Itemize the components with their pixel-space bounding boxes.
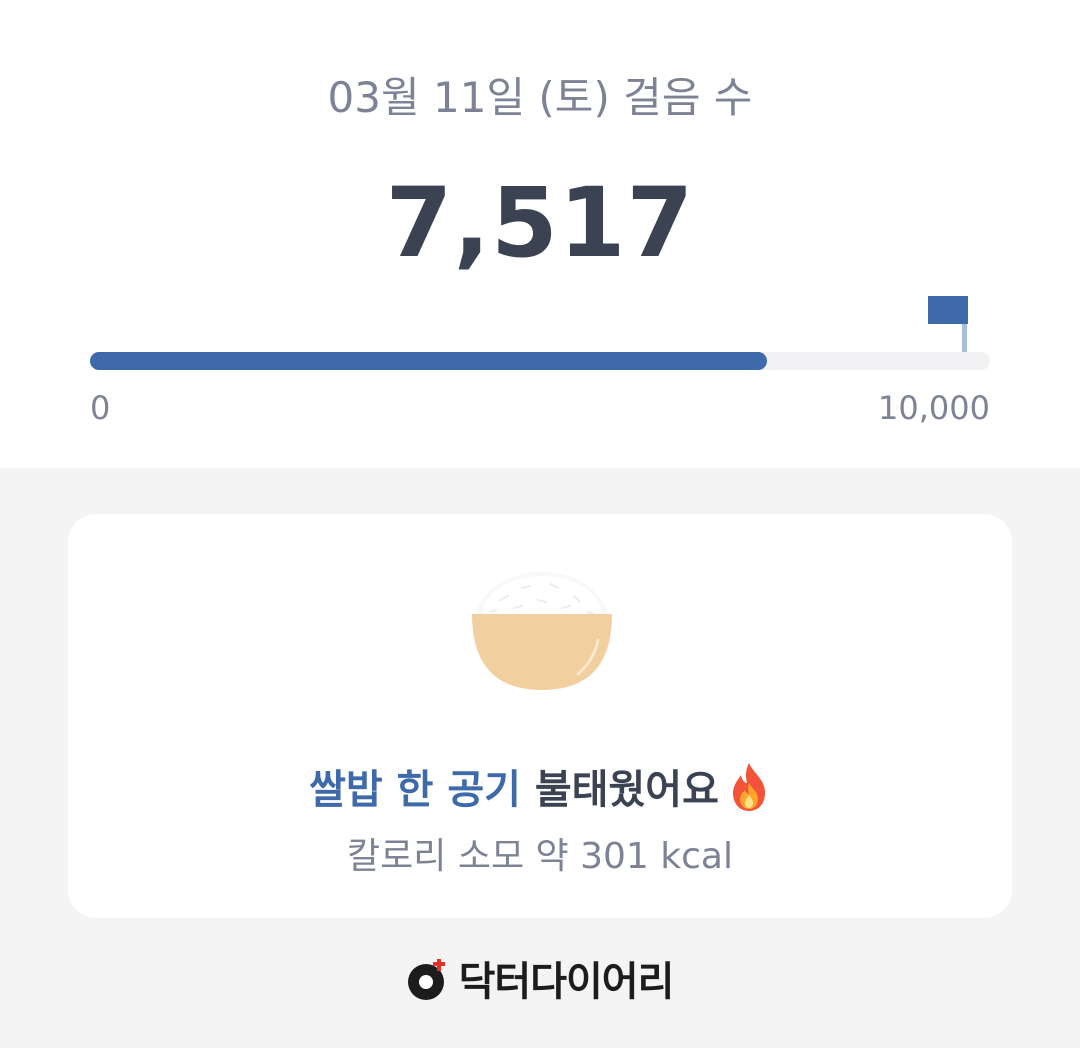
brand-name: 닥터다이어리 xyxy=(458,959,675,1005)
progress-max-label: 10,000 xyxy=(878,389,990,427)
step-progress-bar xyxy=(90,352,990,370)
date-title: 03월 11일 (토) 걸음 수 xyxy=(327,73,753,122)
brand-footer: 닥터다이어리 xyxy=(0,952,1080,1020)
step-count: 7,517 xyxy=(385,167,695,279)
food-equivalent-text: 쌀밥 한 공기 xyxy=(309,767,521,813)
step-progress-fill xyxy=(90,352,767,370)
rice-bowl-icon xyxy=(472,572,612,690)
progress-min-label: 0 xyxy=(90,389,111,427)
fire-icon xyxy=(732,763,765,811)
goal-flag-icon xyxy=(928,296,968,352)
burned-text: 불태웠어요 xyxy=(520,767,719,813)
calorie-message: 쌀밥 한 공기 불태웠어요 xyxy=(68,760,1012,820)
step-summary-section: 03월 11일 (토) 걸음 수 7,517 0 10,000 xyxy=(0,0,1080,468)
doctor-diary-logo-icon xyxy=(407,959,445,1000)
calorie-burned-text: 칼로리 소모 약 301 kcal xyxy=(347,836,733,877)
calorie-card: 쌀밥 한 공기 불태웠어요 칼로리 소모 약 301 kcal xyxy=(68,514,1012,918)
